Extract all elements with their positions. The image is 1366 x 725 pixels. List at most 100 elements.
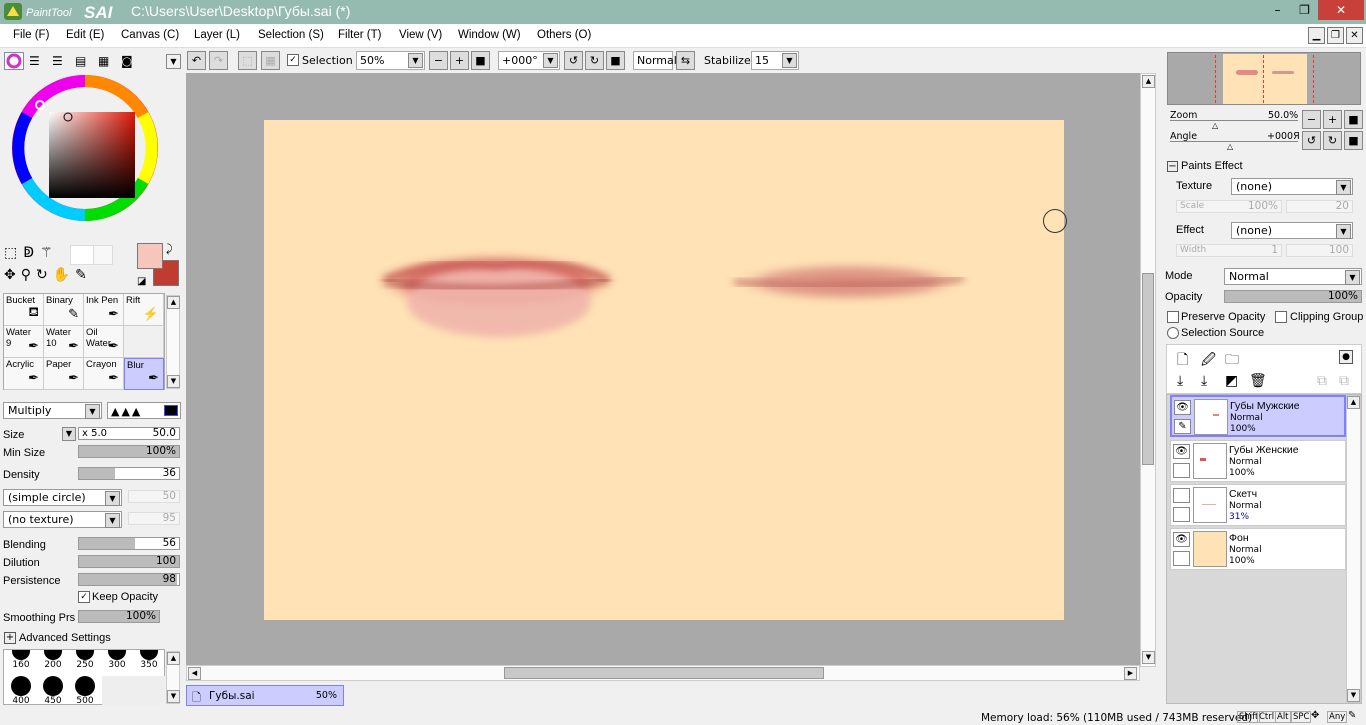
brush-mode-select[interactable]: Multiply ▼ — [3, 402, 102, 419]
tool-acrylic[interactable]: Acrylic ✒ — [4, 358, 44, 390]
brush-shape-select[interactable]: (simple circle) ▼ — [3, 489, 122, 506]
size-dropdown-icon[interactable]: ▼ — [62, 427, 76, 441]
document-tab[interactable]: 🗋 Губы.sai 50% — [186, 685, 344, 706]
clear-layer-icon[interactable]: ◩ — [1225, 373, 1238, 389]
rect-select-icon[interactable]: ⬚ — [4, 245, 23, 261]
hscroll-thumb[interactable] — [504, 667, 824, 679]
tool-bucket[interactable]: Bucket ⛾ — [4, 294, 44, 326]
minimize-button[interactable]: – — [1264, 0, 1291, 20]
maximize-button[interactable]: ❐ — [1291, 0, 1318, 20]
visibility-eye-icon[interactable]: 👁 — [1173, 444, 1190, 459]
scratchpad-icon[interactable]: ◙ — [121, 54, 133, 68]
scroll-down-icon[interactable]: ▼ — [167, 375, 180, 388]
rotate-right-icon[interactable]: ↻ — [585, 51, 604, 70]
preserve-opacity-checkbox[interactable] — [1167, 311, 1179, 323]
canvas-vscrollbar[interactable]: ▲ ▼ — [1140, 73, 1156, 667]
blending-slider[interactable]: 56 — [78, 537, 180, 550]
menu-others[interactable]: Others (O) — [537, 29, 591, 41]
tool-empty[interactable] — [124, 326, 164, 358]
visibility-eye-icon[interactable]: 👁 — [1174, 400, 1191, 415]
layer-lock-slot[interactable] — [1173, 463, 1190, 478]
edge-shape-selector[interactable]: ▲▲▲ — [107, 402, 181, 419]
nav-rotate-left-icon[interactable]: ↺ — [1302, 131, 1321, 150]
canvas-area[interactable] — [186, 73, 1140, 667]
zoom-out-icon[interactable]: − — [429, 51, 448, 70]
transparent-color-icon[interactable]: ◪ — [137, 276, 146, 287]
nav-rotate-right-icon[interactable]: ↻ — [1323, 131, 1342, 150]
new-layer-icon[interactable]: 🗋 — [1177, 349, 1188, 373]
merge-down-icon[interactable]: ⤓ — [1201, 373, 1207, 389]
paints-effect-collapse-icon[interactable]: − — [1167, 161, 1178, 172]
invert-selection-icon[interactable]: ▦ — [261, 51, 280, 70]
color-wheel-tab[interactable] — [4, 52, 24, 70]
hard-edge-icon[interactable] — [164, 405, 178, 416]
edit-pen-icon[interactable]: ✎ — [1174, 419, 1191, 434]
menu-filter[interactable]: Filter (T) — [338, 29, 381, 41]
size-preset-250[interactable]: 250 — [76, 660, 93, 670]
merge-mask-icon[interactable]: ⧉ — [1339, 373, 1349, 389]
tool-crayon[interactable]: Crayon ✒ — [84, 358, 124, 390]
brush-texture-strength[interactable]: 95 — [128, 512, 180, 525]
palette-icon[interactable]: ▦ — [98, 54, 109, 68]
scroll-up-icon[interactable]: ▲ — [167, 652, 180, 665]
tool-water-9[interactable]: Water 9 ✒ — [4, 326, 44, 358]
primary-color-swatch[interactable] — [137, 243, 163, 269]
color-wheel[interactable] — [10, 73, 160, 223]
deselect-icon[interactable]: ⬚ — [238, 51, 257, 70]
mdi-minimize-icon[interactable]: ▁ — [1308, 27, 1325, 44]
texture-select[interactable]: (none) ▼ — [1231, 178, 1353, 195]
effect-select[interactable]: (none) ▼ — [1231, 222, 1353, 239]
nav-rotate-reset-icon[interactable]: ■ — [1344, 131, 1363, 150]
layer-lock-slot[interactable] — [1173, 551, 1190, 566]
navigator-preview[interactable] — [1167, 52, 1361, 105]
selection-checkbox[interactable]: ✓ — [287, 54, 299, 66]
new-folder-icon[interactable]: 🗀 — [1225, 349, 1239, 373]
hsv-slider-icon[interactable]: ☰ — [52, 54, 63, 68]
vscroll-thumb[interactable] — [1142, 273, 1154, 465]
tool-oil-water[interactable]: Oil Water ✒ — [84, 326, 124, 358]
redo-icon[interactable]: ↷ — [209, 51, 228, 70]
effect-width-slider[interactable]: Width 1 — [1176, 244, 1282, 257]
effect-strength-slider[interactable]: 100 — [1286, 244, 1353, 257]
layer-row[interactable]: 👁 Губы Женские Normal 100% — [1170, 440, 1346, 482]
lasso-icon[interactable]: ↁ — [23, 245, 40, 261]
dilution-slider[interactable]: 100 — [78, 555, 180, 568]
clipping-group-checkbox[interactable] — [1275, 311, 1287, 323]
menu-edit[interactable]: Edit (E) — [66, 29, 104, 41]
zoom-reset-icon[interactable]: ■ — [471, 51, 490, 70]
rotate-icon[interactable]: ↻ — [36, 267, 53, 283]
size-preset-500[interactable]: 500 — [76, 696, 93, 706]
layer-scrollbar[interactable]: ▲ ▼ — [1346, 395, 1361, 703]
tool-ink-pen[interactable]: Ink Pen ✒ — [84, 294, 124, 326]
layer-row[interactable]: 👁 ✎ Губы Мужские Normal 100% — [1170, 395, 1346, 437]
scroll-right-icon[interactable]: ▶ — [1124, 667, 1137, 680]
scroll-up-icon[interactable]: ▲ — [1347, 396, 1360, 409]
rotate-reset-icon[interactable]: ■ — [606, 51, 625, 70]
visibility-eye-icon[interactable] — [1173, 488, 1190, 503]
smoothing-slider[interactable]: 100% — [78, 610, 160, 623]
layer-row[interactable]: 👁 Фон Normal 100% — [1170, 528, 1346, 570]
paints-effect-header[interactable]: Paints Effect — [1181, 160, 1243, 172]
layer-mode-select[interactable]: Normal ▼ — [1224, 268, 1362, 285]
scroll-down-icon[interactable]: ▼ — [1347, 689, 1360, 702]
size-preset-200[interactable]: 200 — [44, 660, 61, 670]
transfer-down-icon[interactable]: ⤓ — [1177, 373, 1183, 389]
panel-menu-icon[interactable]: ▼ — [166, 54, 181, 69]
advanced-expand-icon[interactable]: + — [4, 632, 16, 644]
density-slider[interactable]: 36 — [78, 467, 180, 480]
selection-source-checkbox[interactable] — [1167, 327, 1179, 339]
mdi-restore-icon[interactable]: ❐ — [1327, 27, 1344, 44]
nav-zoom-in-icon[interactable]: + — [1323, 110, 1342, 129]
zoom-icon[interactable]: ⚲ — [21, 267, 36, 283]
color-slot-2[interactable] — [93, 245, 113, 265]
layer-mask-icon[interactable]: ● — [1339, 350, 1353, 364]
magic-wand-icon[interactable]: ⚚ — [40, 245, 59, 261]
angle-select[interactable]: +000° ▼ — [498, 51, 560, 70]
tool-water-10[interactable]: Water 10 ✒ — [44, 326, 84, 358]
size-slider[interactable]: x 5.0 50.0 — [78, 427, 180, 440]
tool-blur[interactable]: Blur ✒ — [124, 358, 164, 390]
size-preset-350[interactable]: 350 — [140, 660, 157, 670]
min-size-slider[interactable]: 100% — [78, 445, 180, 458]
texture-scale-slider[interactable]: Scale 100% — [1176, 200, 1282, 213]
size-preset-450[interactable]: 450 — [44, 696, 61, 706]
